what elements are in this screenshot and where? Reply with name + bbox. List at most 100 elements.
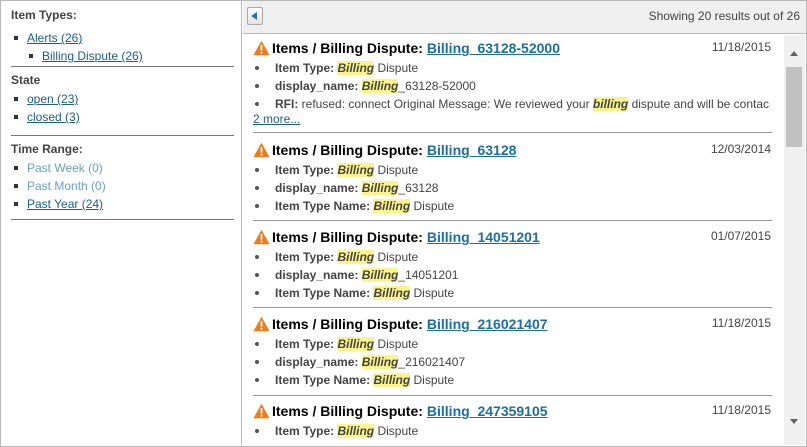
field-label: Item Type: [275,337,335,351]
scrollbar-thumb[interactable] [786,67,802,147]
more-link[interactable]: 2 more... [253,112,300,126]
result-link[interactable]: Billing_14051201 [427,229,540,245]
field-value: _63128 [398,181,439,195]
results-list: Items / Billing Dispute: Billing_63128-52… [243,35,784,445]
field-value: Dispute [410,373,455,387]
result-divider [253,307,772,308]
result-header: Items / Billing Dispute: Billing_63128 12… [249,139,771,161]
result-link[interactable]: Billing_63128-52000 [427,40,560,56]
field-item-type: Item Type: Billing Dispute [249,422,769,440]
warning-triangle-icon [253,142,270,158]
facet-link-closed[interactable]: closed (3) [27,110,80,124]
search-highlight: Billing [361,181,399,195]
facet-link-billing-dispute[interactable]: Billing Dispute (26) [42,49,143,63]
field-item-type: Item Type: Billing Dispute [249,161,769,179]
bullet-icon [14,202,18,206]
scroll-down-arrow-icon[interactable] [784,413,805,430]
field-display-name: display_name: Billing_14051201 [249,266,769,284]
field-value: Dispute [374,250,419,264]
bullet-icon [255,168,259,172]
field-label: Item Type Name: [275,373,371,387]
bullet-icon [255,429,259,433]
search-highlight: Billing [361,79,399,93]
bullet-icon [14,166,18,170]
result-fields: Item Type: Billing Dispute display_name:… [249,161,769,215]
facet-link-open[interactable]: open (23) [27,92,78,106]
facet-title-state: State [11,73,41,87]
result-prefix: Items / Billing Dispute: [272,40,423,56]
search-highlight: Billing [337,337,375,351]
result-header: Items / Billing Dispute: Billing_24735910… [249,400,771,422]
warning-triangle-icon [253,40,270,56]
bullet-icon [255,342,259,346]
field-rfi: RFI: refused: connect Original Message: … [249,95,769,113]
result-link[interactable]: Billing_63128 [427,142,517,158]
result-date: 11/18/2015 [711,316,771,330]
facet-state: State open (23) closed (3) [11,73,234,126]
search-highlight: Billing [337,250,375,264]
facet-item-billing-dispute[interactable]: Billing Dispute (26) [11,47,234,65]
facet-divider [11,219,234,220]
field-display-name: display_name: Billing_63128 [249,179,769,197]
field-label: display_name: [275,268,359,282]
result-fields: Item Type: Billing Dispute display_name:… [249,248,769,302]
bullet-icon [255,204,259,208]
facet-link-past-year[interactable]: Past Year (24) [27,197,103,211]
scroll-up-arrow-icon[interactable] [784,45,805,62]
more-link-wrap: 2 more... [253,113,773,125]
field-item-type: Item Type: Billing Dispute [249,248,769,266]
result-link[interactable]: Billing_216021407 [427,316,548,332]
result-header: Items / Billing Dispute: Billing_63128-52… [249,37,771,59]
facet-item-past-year[interactable]: Past Year (24) [11,195,234,213]
bullet-icon [255,84,259,88]
field-display-name: display_name: Billing_63128-52000 [249,77,769,95]
result-divider [253,132,772,133]
result-divider [253,220,772,221]
bullet-icon [255,186,259,190]
field-label: Item Type: [275,250,335,264]
field-label: display_name: [275,181,359,195]
field-value: Dispute [374,163,419,177]
result-fields: Item Type: Billing Dispute display_name:… [249,59,769,113]
field-value: _216021407 [398,355,466,369]
bullet-icon [14,36,18,40]
bullet-icon [29,54,33,58]
facet-divider [11,135,234,136]
result-link[interactable]: Billing_247359105 [427,403,548,419]
result-title: Items / Billing Dispute: Billing_63128 [272,142,516,158]
field-label: Item Type: [275,424,335,438]
facet-item-past-month: Past Month (0) [11,177,234,195]
result-header: Items / Billing Dispute: Billing_14051201… [249,226,771,248]
facet-title-item-types: Item Types: [11,8,77,22]
field-value: Dispute [374,337,419,351]
result-item: Items / Billing Dispute: Billing_63128-52… [249,37,771,125]
search-highlight: billing [592,97,629,111]
facet-link-past-week: Past Week (0) [27,161,103,175]
results-toolbar: Showing 20 results out of 26 [243,1,806,34]
field-item-type-name: Item Type Name: Billing Dispute [249,371,769,389]
facet-item-closed[interactable]: closed (3) [11,108,234,126]
search-highlight: Billing [361,355,399,369]
facet-item-open[interactable]: open (23) [11,90,234,108]
facet-link-past-month: Past Month (0) [27,179,106,193]
back-button[interactable] [247,7,263,25]
result-item: Items / Billing Dispute: Billing_21602140… [249,313,771,389]
field-value: Dispute [410,286,455,300]
bullet-icon [14,97,18,101]
search-highlight: Billing [337,61,375,75]
result-date: 11/18/2015 [711,403,771,417]
field-label: display_name: [275,355,359,369]
result-date: 12/03/2014 [710,142,771,156]
triangle-left-icon [251,12,257,20]
result-divider [253,395,772,396]
warning-triangle-icon [253,229,270,245]
result-header: Items / Billing Dispute: Billing_21602140… [249,313,771,335]
facet-link-alerts[interactable]: Alerts (26) [27,31,82,45]
search-highlight: Billing [337,424,375,438]
result-date: 11/18/2015 [711,40,771,54]
facet-sidebar: Item Types: Alerts (26) Billing Dispute … [1,1,242,445]
bullet-icon [255,360,259,364]
results-scrollbar[interactable] [784,35,805,445]
facet-item-alerts[interactable]: Alerts (26) [11,29,234,47]
result-title: Items / Billing Dispute: Billing_24735910… [272,403,548,419]
